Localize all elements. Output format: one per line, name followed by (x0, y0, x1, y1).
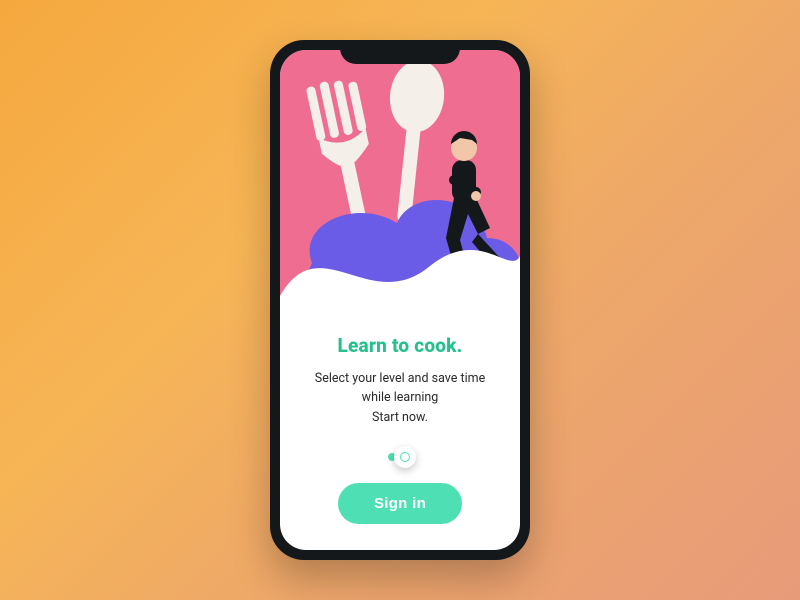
onboarding-subtitle: Select your level and save time while le… (315, 369, 485, 427)
subtitle-line: Select your level and save time (315, 369, 485, 388)
subtitle-line: while learning (315, 388, 485, 407)
page-indicator[interactable] (388, 453, 412, 461)
subtitle-line: Start now. (315, 408, 485, 427)
phone-frame: Learn to cook. Select your level and sav… (270, 40, 530, 560)
sign-in-button[interactable]: Sign in (338, 483, 462, 524)
phone-notch (340, 40, 460, 64)
hero-wave-divider (280, 166, 520, 325)
onboarding-title: Learn to cook. (338, 334, 463, 357)
hero-illustration (280, 50, 520, 325)
onboarding-panel: Learn to cook. Select your level and sav… (280, 310, 520, 550)
pager-knob[interactable] (394, 446, 416, 468)
app-screen: Learn to cook. Select your level and sav… (280, 50, 520, 550)
